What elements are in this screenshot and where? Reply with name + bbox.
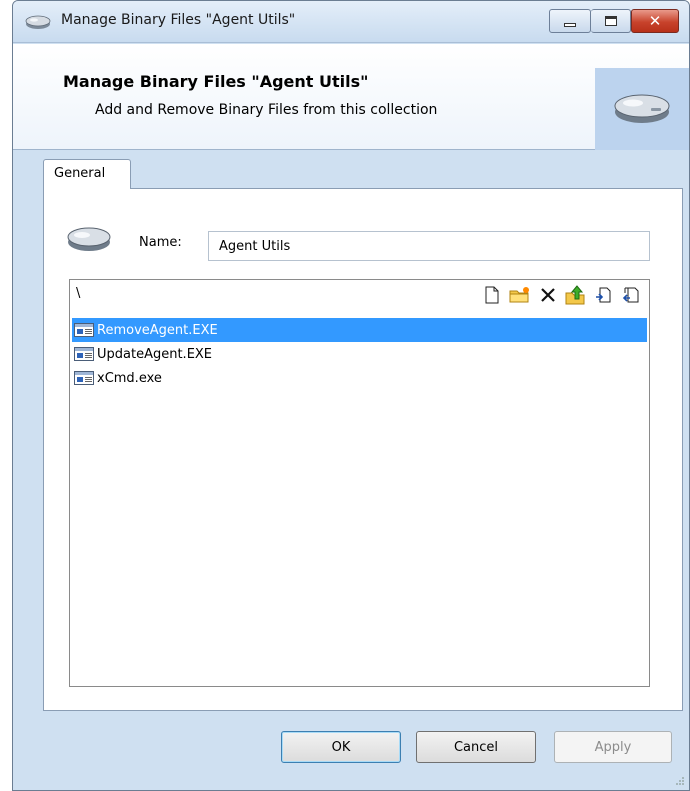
- tab-general[interactable]: General: [43, 159, 131, 189]
- executable-icon: [74, 347, 94, 361]
- name-label: Name:: [139, 235, 182, 250]
- manage-binary-files-dialog: Manage Binary Files "Agent Utils" ✕ Mana…: [12, 0, 690, 791]
- files-toolbar: [481, 284, 643, 308]
- close-icon: ✕: [648, 12, 662, 30]
- file-row[interactable]: UpdateAgent.EXE: [72, 342, 647, 366]
- maximize-icon: [604, 16, 617, 26]
- apply-button[interactable]: Apply: [554, 731, 672, 763]
- window-title: Manage Binary Files "Agent Utils": [61, 12, 296, 28]
- minimize-button[interactable]: [549, 9, 591, 33]
- up-folder-icon[interactable]: [565, 284, 587, 306]
- cancel-button[interactable]: Cancel: [416, 731, 536, 763]
- binary-files-list-panel: \ RemoveAgent.EXE UpdateAgent.EXE xCmd.e…: [69, 279, 650, 687]
- current-path: \: [76, 286, 81, 301]
- file-row[interactable]: xCmd.exe: [72, 366, 647, 390]
- general-tab-panel: Name: \: [43, 188, 683, 711]
- hard-drive-icon: [67, 227, 111, 251]
- caption-buttons: ✕: [549, 9, 679, 33]
- minimize-icon: [564, 23, 576, 27]
- tab-general-label: General: [54, 166, 106, 181]
- export-icon[interactable]: [621, 284, 643, 306]
- new-folder-icon[interactable]: [509, 284, 531, 306]
- close-button[interactable]: ✕: [631, 9, 679, 33]
- executable-icon: [74, 371, 94, 385]
- maximize-button[interactable]: [591, 9, 631, 33]
- file-name: UpdateAgent.EXE: [97, 346, 213, 362]
- hard-drive-icon: [614, 94, 670, 123]
- title-bar[interactable]: Manage Binary Files "Agent Utils" ✕: [13, 1, 689, 43]
- file-name: RemoveAgent.EXE: [97, 322, 218, 338]
- binary-file-list: RemoveAgent.EXE UpdateAgent.EXE xCmd.exe: [72, 318, 647, 390]
- name-input[interactable]: [208, 231, 650, 261]
- new-file-icon[interactable]: [481, 284, 503, 306]
- dialog-header: Manage Binary Files "Agent Utils" Add an…: [13, 44, 689, 150]
- header-title: Manage Binary Files "Agent Utils": [63, 72, 369, 91]
- header-subtitle: Add and Remove Binary Files from this co…: [95, 102, 438, 118]
- header-icon-panel: [595, 68, 689, 150]
- hard-drive-icon: [25, 15, 51, 29]
- resize-grip-icon[interactable]: [675, 776, 685, 786]
- executable-icon: [74, 323, 94, 337]
- delete-icon[interactable]: [537, 284, 559, 306]
- ok-button[interactable]: OK: [281, 731, 401, 763]
- file-name: xCmd.exe: [97, 370, 162, 386]
- import-icon[interactable]: [593, 284, 615, 306]
- file-row[interactable]: RemoveAgent.EXE: [72, 318, 647, 342]
